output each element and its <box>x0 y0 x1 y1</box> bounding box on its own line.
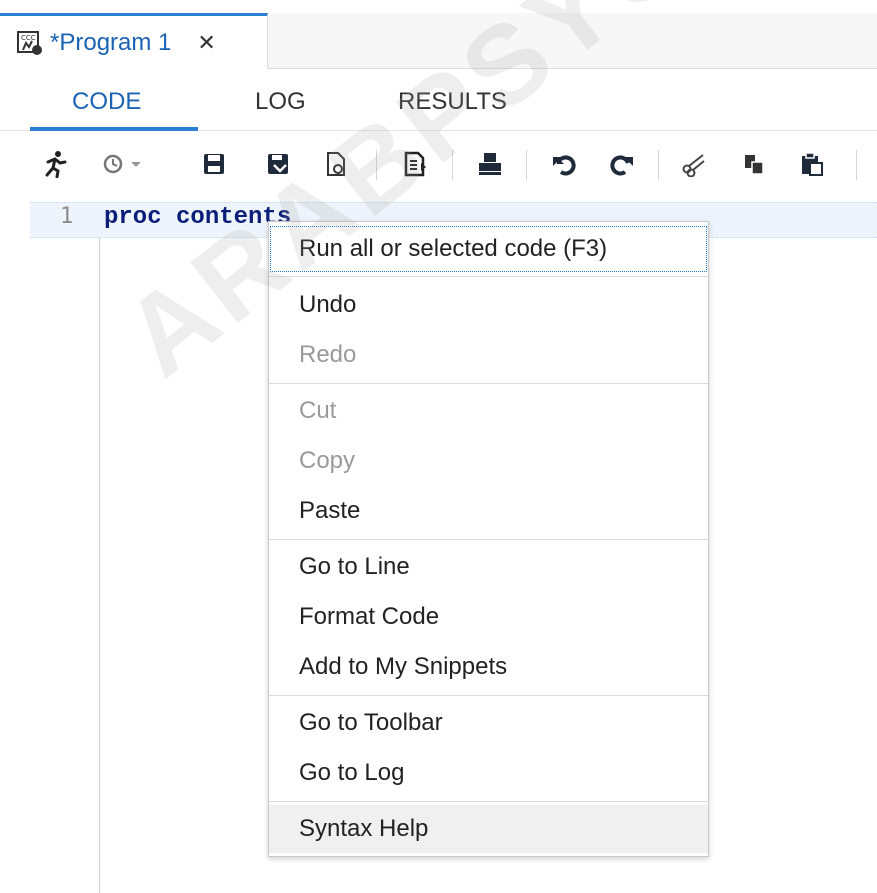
svg-text:CCC: CCC <box>21 34 36 42</box>
menu-divider <box>269 695 708 696</box>
menu-add-to-snippets[interactable]: Add to My Snippets <box>269 643 708 691</box>
code-toolbar <box>0 140 877 192</box>
active-tab-indicator <box>30 127 198 131</box>
history-icon[interactable] <box>100 146 146 182</box>
export-icon[interactable] <box>400 146 432 182</box>
menu-paste[interactable]: Paste <box>269 487 708 535</box>
program-tab-strip: CCC *Program 1 ✕ <box>0 13 877 69</box>
gutter-border <box>99 238 100 893</box>
menu-undo[interactable]: Undo <box>269 281 708 329</box>
copy-icon[interactable] <box>738 146 770 182</box>
program-icon: CCC <box>16 29 44 57</box>
toolbar-separator <box>658 150 659 180</box>
view-tabs: CODE LOG RESULTS <box>30 84 630 132</box>
toolbar-separator <box>526 150 527 180</box>
print-icon[interactable] <box>474 146 506 182</box>
code-line[interactable]: proc contents <box>104 204 291 231</box>
download-icon[interactable] <box>320 146 352 182</box>
menu-format-code[interactable]: Format Code <box>269 593 708 641</box>
menu-divider <box>269 539 708 540</box>
toolbar-separator <box>452 150 453 180</box>
menu-divider <box>269 383 708 384</box>
menu-divider <box>269 276 708 277</box>
undo-icon[interactable] <box>548 146 580 182</box>
program-tab[interactable]: CCC *Program 1 ✕ <box>0 13 268 69</box>
save-as-icon[interactable] <box>262 146 294 182</box>
save-icon[interactable] <box>198 146 230 182</box>
menu-go-to-line[interactable]: Go to Line <box>269 543 708 591</box>
menu-divider <box>269 801 708 802</box>
menu-go-to-log[interactable]: Go to Log <box>269 749 708 797</box>
close-icon[interactable]: ✕ <box>197 30 215 56</box>
menu-redo[interactable]: Redo <box>269 331 708 379</box>
run-icon[interactable] <box>40 146 72 182</box>
menu-copy[interactable]: Copy <box>269 437 708 485</box>
menu-syntax-help[interactable]: Syntax Help <box>269 805 708 853</box>
toolbar-separator <box>856 150 857 180</box>
cut-icon[interactable] <box>678 146 710 182</box>
redo-icon[interactable] <box>606 146 638 182</box>
tab-log[interactable]: LOG <box>255 88 306 136</box>
context-menu: Run all or selected code (F3) Undo Redo … <box>268 221 709 857</box>
toolbar-separator <box>376 150 377 180</box>
menu-go-to-toolbar[interactable]: Go to Toolbar <box>269 699 708 747</box>
program-tab-title: *Program 1 <box>50 28 172 56</box>
tab-results[interactable]: RESULTS <box>398 88 507 136</box>
paste-icon[interactable] <box>796 146 828 182</box>
line-number: 1 <box>60 204 74 229</box>
menu-run-code[interactable]: Run all or selected code (F3) <box>269 225 708 273</box>
menu-cut[interactable]: Cut <box>269 387 708 435</box>
